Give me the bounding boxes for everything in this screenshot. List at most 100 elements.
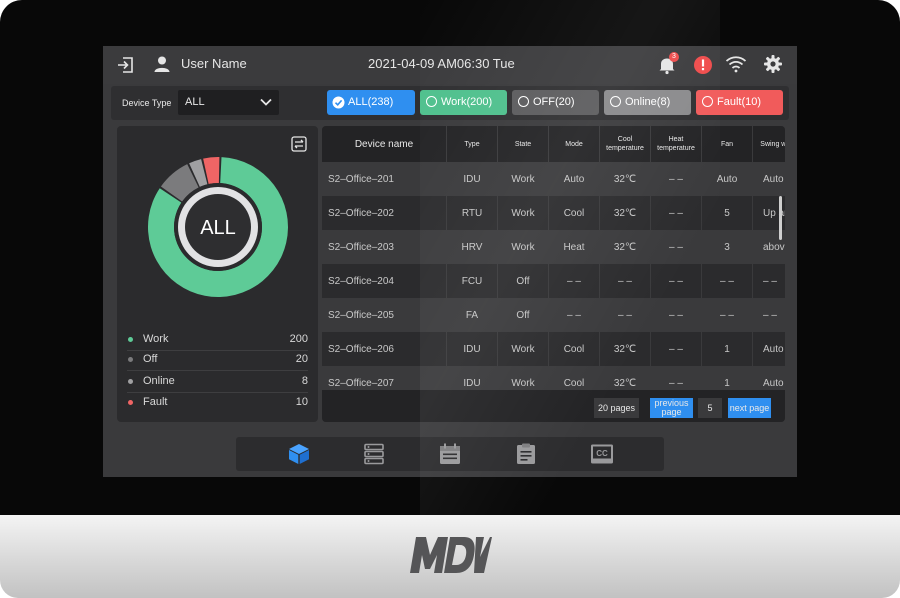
cell-cool-temp: – –: [600, 264, 651, 298]
wifi-icon[interactable]: [725, 55, 747, 73]
cell-swing-wind: – –: [753, 298, 785, 332]
cell-cool-temp: 32℃: [600, 332, 651, 366]
total-pages: 20 pages: [594, 398, 639, 418]
cell-cool-temp: 32℃: [600, 230, 651, 264]
filter-chip-fault[interactable]: Fault(10): [696, 90, 783, 115]
table-row[interactable]: S2–Office–206 IDU Work Cool 32℃ – –1 Auto: [322, 332, 785, 366]
filter-chip-all[interactable]: ALL(238): [327, 90, 415, 115]
alert-icon[interactable]: [693, 55, 713, 75]
previous-page-button[interactable]: previous page: [650, 398, 693, 418]
cell-fan: 3: [702, 230, 753, 264]
legend-label: Online: [143, 375, 175, 387]
legend-dot: [128, 337, 133, 342]
cell-fan: Auto: [702, 162, 753, 196]
cell-swing-wind: Auto: [753, 162, 785, 196]
cell-device-name: S2–Office–203: [322, 230, 447, 264]
cell-type: IDU: [447, 162, 498, 196]
cell-cool-temp: 32℃: [600, 196, 651, 230]
cell-heat-temp: – –: [651, 162, 702, 196]
pagination-bar: 20 pages previous page 5 next page: [322, 390, 785, 422]
table-row[interactable]: S2–Office–202RTUWorkCool32℃– –5Up and do…: [322, 196, 785, 230]
table-row[interactable]: S2–Office–201 IDU Work Auto 32℃ – – Auto Auto: [322, 162, 785, 196]
radio-circle-icon: [518, 96, 529, 107]
cc-icon[interactable]: CC: [590, 443, 614, 465]
cell-swing-wind: – –: [753, 264, 785, 298]
legend-label: Off: [143, 353, 158, 365]
bottom-nav: CC: [236, 437, 664, 471]
donut-center-label: ALL: [200, 217, 236, 239]
cell-type: RTU: [447, 196, 498, 230]
cell-fan: – –: [702, 298, 753, 332]
switch-view-icon[interactable]: [291, 136, 307, 152]
filter-chip-off[interactable]: OFF(20): [512, 90, 599, 115]
cell-fan: 5: [702, 196, 753, 230]
col-header-swing-wind[interactable]: Swing wind: [753, 126, 785, 162]
cell-device-name: S2–Office–204: [322, 264, 447, 298]
col-header-fan[interactable]: Fan: [702, 126, 753, 162]
current-page-input[interactable]: 5: [698, 398, 722, 418]
device-type-label: Device Type: [122, 98, 172, 108]
filter-chip-work[interactable]: Work(200): [420, 90, 507, 115]
cell-heat-temp: – –: [651, 230, 702, 264]
legend-label: Work: [143, 333, 169, 345]
cell-device-name: S2–Office–201: [322, 162, 447, 196]
cell-heat-temp: – –: [651, 298, 702, 332]
radio-circle-icon: [426, 96, 437, 107]
legend-dot: [128, 379, 133, 384]
next-page-button[interactable]: next page: [728, 398, 771, 418]
status-bar: User Name 2021-04-09 AM06:30 Tue 3: [103, 46, 797, 84]
radio-circle-icon: [702, 96, 713, 107]
filter-bar: Device Type ALL ALL(238) Work(200) OFF(2…: [111, 86, 789, 120]
table-row[interactable]: S2–Office–204 FCU Off – – – – – – – – – –: [322, 264, 785, 298]
logout-icon[interactable]: [116, 55, 136, 75]
report-icon[interactable]: [514, 443, 538, 465]
chip-label: Fault(10): [717, 96, 762, 108]
legend-label: Fault: [143, 396, 168, 408]
col-header-mode[interactable]: Mode: [549, 126, 600, 162]
device-table-panel: Device name Type State Mode Cool tempera…: [322, 126, 785, 422]
col-header-heat-temperature[interactable]: Heat temperature: [651, 126, 702, 162]
status-donut-chart: ALL: [147, 156, 288, 298]
gear-icon[interactable]: [763, 54, 783, 74]
table-row[interactable]: S2–Office–203HRVWorkHeat32℃– –3above: [322, 230, 785, 264]
devices-icon[interactable]: [287, 443, 311, 465]
legend-count: 200: [289, 333, 308, 345]
cell-device-name: S2–Office–202: [322, 196, 447, 230]
cell-fan: – –: [702, 264, 753, 298]
table-row[interactable]: S2–Office–205 FA Off – – – – – – – – – –: [322, 298, 785, 332]
legend-row-work[interactable]: Work 200: [127, 330, 308, 351]
user-icon[interactable]: [153, 55, 171, 73]
radio-circle-icon: [610, 96, 621, 107]
check-circle-icon: [332, 96, 345, 109]
legend-row-fault[interactable]: Fault 10: [127, 393, 308, 413]
cell-type: HRV: [447, 230, 498, 264]
cell-cool-temp: 32℃: [600, 162, 651, 196]
cell-state: Work: [498, 332, 549, 366]
legend-row-off[interactable]: Off 20: [127, 350, 308, 371]
table-scrollbar[interactable]: [779, 196, 782, 240]
legend-count: 10: [295, 396, 308, 408]
cell-mode: Cool: [549, 196, 600, 230]
cell-mode: Cool: [549, 332, 600, 366]
cell-heat-temp: – –: [651, 332, 702, 366]
datetime: 2021-04-09 AM06:30 Tue: [368, 56, 515, 71]
cell-device-name: S2–Office–205: [322, 298, 447, 332]
cell-type: FCU: [447, 264, 498, 298]
filter-chip-online[interactable]: Online(8): [604, 90, 691, 115]
legend-dot: [128, 400, 133, 405]
legend-row-online[interactable]: Online 8: [127, 372, 308, 393]
cell-mode: – –: [549, 298, 600, 332]
cell-heat-temp: – –: [651, 196, 702, 230]
cell-state: Off: [498, 298, 549, 332]
col-header-device-name[interactable]: Device name: [322, 126, 447, 162]
user-name[interactable]: User Name: [181, 56, 247, 71]
list-icon[interactable]: [362, 443, 386, 465]
brand-logo: [0, 535, 900, 580]
col-header-type[interactable]: Type: [447, 126, 498, 162]
schedule-icon[interactable]: [438, 443, 462, 465]
device-type-select[interactable]: ALL: [178, 90, 279, 115]
chip-label: OFF(20): [533, 96, 575, 108]
col-header-cool-temperature[interactable]: Cool temperature: [600, 126, 651, 162]
cell-swing-wind: Auto: [753, 332, 785, 366]
col-header-state[interactable]: State: [498, 126, 549, 162]
